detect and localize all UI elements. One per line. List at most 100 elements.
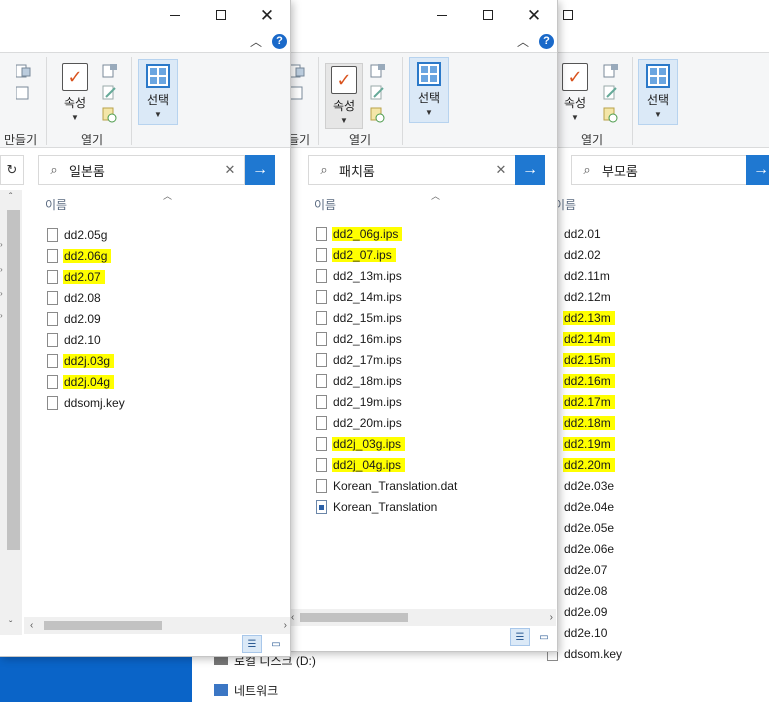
search-go-button[interactable]: → bbox=[515, 155, 545, 185]
search-box[interactable]: ⌕ 부모롬 bbox=[571, 155, 751, 185]
minimize-button[interactable] bbox=[419, 0, 465, 30]
file-row[interactable]: dd2e.10 bbox=[547, 622, 622, 643]
file-row[interactable]: dd2j_03g.ips bbox=[316, 433, 457, 454]
close-button[interactable]: ✕ bbox=[244, 0, 290, 30]
new-item-icon[interactable] bbox=[15, 63, 34, 79]
file-row[interactable]: dd2j_04g.ips bbox=[316, 454, 457, 475]
properties-button[interactable]: ✓ 속성 ▼ bbox=[325, 63, 363, 129]
help-icon[interactable]: ? bbox=[272, 33, 288, 49]
history-icon[interactable] bbox=[602, 107, 620, 123]
file-row[interactable]: dd2.19m bbox=[547, 433, 622, 454]
file-row[interactable]: dd2j.04g bbox=[47, 371, 125, 392]
file-row[interactable]: Korean_Translation.dat bbox=[316, 475, 457, 496]
search-go-button[interactable]: → bbox=[245, 155, 275, 185]
expand-arrow-icon[interactable]: › bbox=[0, 311, 4, 320]
file-row[interactable]: dd2.06g bbox=[47, 245, 125, 266]
file-row[interactable]: dd2e.09 bbox=[547, 601, 622, 622]
open-icon[interactable] bbox=[101, 63, 119, 79]
chevron-up-icon[interactable]: ︿ bbox=[250, 33, 262, 50]
properties-button[interactable]: ✓ 속성 ▼ bbox=[555, 63, 595, 125]
file-row[interactable]: dd2e.07 bbox=[547, 559, 622, 580]
file-row[interactable]: dd2_07.ips bbox=[316, 244, 457, 265]
edit-icon[interactable] bbox=[369, 85, 387, 101]
edit-icon[interactable] bbox=[101, 85, 119, 101]
file-row[interactable]: dd2_06g.ips bbox=[316, 223, 457, 244]
close-button[interactable]: ✕ bbox=[511, 0, 557, 30]
file-row[interactable]: dd2_17m.ips bbox=[316, 349, 457, 370]
expand-arrow-icon[interactable]: › bbox=[0, 240, 4, 249]
file-row[interactable]: dd2_13m.ips bbox=[316, 265, 457, 286]
select-button[interactable]: 선택 ▼ bbox=[638, 59, 678, 125]
history-icon[interactable] bbox=[101, 107, 119, 123]
large-icons-view-button[interactable]: ▭ bbox=[266, 635, 286, 653]
file-row[interactable]: dd2.17m bbox=[547, 391, 622, 412]
scroll-right-icon[interactable]: › bbox=[550, 612, 553, 623]
file-row[interactable]: dd2.05g bbox=[47, 224, 125, 245]
file-row[interactable]: dd2.14m bbox=[547, 328, 622, 349]
expand-arrow-icon[interactable]: › bbox=[0, 289, 4, 298]
expand-arrow-icon[interactable]: › bbox=[0, 265, 4, 274]
help-icon[interactable]: ? bbox=[539, 33, 555, 49]
search-box[interactable]: ⌕ 일본롬 ✕ bbox=[38, 155, 245, 185]
file-row[interactable]: dd2e.06e bbox=[547, 538, 622, 559]
search-input[interactable]: 일본롬 bbox=[69, 161, 216, 180]
new-item-icon[interactable] bbox=[289, 63, 308, 79]
file-row[interactable]: dd2_18m.ips bbox=[316, 370, 457, 391]
file-row[interactable]: dd2.08 bbox=[47, 287, 125, 308]
details-view-button[interactable]: ☰ bbox=[510, 628, 530, 646]
file-row[interactable]: dd2_19m.ips bbox=[316, 391, 457, 412]
horizontal-scrollbar[interactable]: ‹ › bbox=[288, 609, 556, 626]
file-row[interactable]: ddsomj.key bbox=[47, 392, 125, 413]
edit-icon[interactable] bbox=[602, 85, 620, 101]
open-icon[interactable] bbox=[602, 63, 620, 79]
search-input[interactable]: 부모롬 bbox=[602, 161, 750, 180]
file-row[interactable]: dd2_14m.ips bbox=[316, 286, 457, 307]
file-row[interactable]: dd2.02 bbox=[547, 244, 622, 265]
file-row[interactable]: dd2_16m.ips bbox=[316, 328, 457, 349]
file-row[interactable]: dd2e.04e bbox=[547, 496, 622, 517]
maximize-button[interactable] bbox=[465, 0, 511, 30]
file-row[interactable]: dd2.11m bbox=[547, 265, 622, 286]
scroll-left-icon[interactable]: ‹ bbox=[30, 620, 33, 631]
search-input[interactable]: 패치롬 bbox=[339, 161, 487, 180]
scrollbar-thumb[interactable] bbox=[44, 621, 162, 630]
search-box[interactable]: ⌕ 패치롬 ✕ bbox=[308, 155, 516, 185]
column-header-name[interactable]: 이름 bbox=[314, 196, 336, 213]
history-icon[interactable] bbox=[369, 107, 387, 123]
file-row[interactable]: dd2.20m bbox=[547, 454, 622, 475]
scrollbar-thumb[interactable] bbox=[300, 613, 408, 622]
scroll-down-icon[interactable]: ˇ bbox=[9, 620, 12, 631]
file-row[interactable]: ddsom.key bbox=[547, 643, 622, 664]
scrollbar-thumb[interactable] bbox=[7, 210, 20, 550]
easy-access-icon[interactable] bbox=[289, 85, 308, 101]
file-row[interactable]: dd2e.05e bbox=[547, 517, 622, 538]
file-row[interactable]: dd2_15m.ips bbox=[316, 307, 457, 328]
maximize-button[interactable] bbox=[198, 0, 244, 30]
open-icon[interactable] bbox=[369, 63, 387, 79]
file-row[interactable]: Korean_Translation bbox=[316, 496, 457, 517]
clear-search-icon[interactable]: ✕ bbox=[487, 162, 515, 178]
details-view-button[interactable]: ☰ bbox=[242, 635, 262, 653]
file-row[interactable]: dd2.10 bbox=[47, 329, 125, 350]
scroll-right-icon[interactable]: › bbox=[284, 620, 287, 631]
file-row[interactable]: dd2.13m bbox=[547, 307, 622, 328]
properties-button[interactable]: ✓ 속성 ▼ bbox=[55, 63, 95, 125]
nav-pane-scrollbar[interactable]: ˆ ˇ bbox=[0, 190, 22, 635]
file-row[interactable]: dd2.07 bbox=[47, 266, 125, 287]
file-row[interactable]: dd2e.03e bbox=[547, 475, 622, 496]
minimize-button[interactable] bbox=[152, 0, 198, 30]
chevron-up-icon[interactable]: ︿ bbox=[517, 33, 529, 50]
file-row[interactable]: dd2_20m.ips bbox=[316, 412, 457, 433]
file-row[interactable]: dd2.15m bbox=[547, 349, 622, 370]
file-row[interactable]: dd2j.03g bbox=[47, 350, 125, 371]
select-button[interactable]: 선택 ▼ bbox=[138, 59, 178, 125]
large-icons-view-button[interactable]: ▭ bbox=[534, 628, 554, 646]
select-button[interactable]: 선택 ▼ bbox=[409, 57, 449, 123]
scroll-left-icon[interactable]: ‹ bbox=[291, 612, 294, 623]
refresh-button[interactable]: ↻ bbox=[0, 155, 24, 185]
column-header-name[interactable]: 이름 bbox=[45, 196, 67, 213]
file-row[interactable]: dd2.16m bbox=[547, 370, 622, 391]
clear-search-icon[interactable]: ✕ bbox=[216, 162, 244, 178]
file-row[interactable]: dd2.18m bbox=[547, 412, 622, 433]
file-row[interactable]: dd2.09 bbox=[47, 308, 125, 329]
